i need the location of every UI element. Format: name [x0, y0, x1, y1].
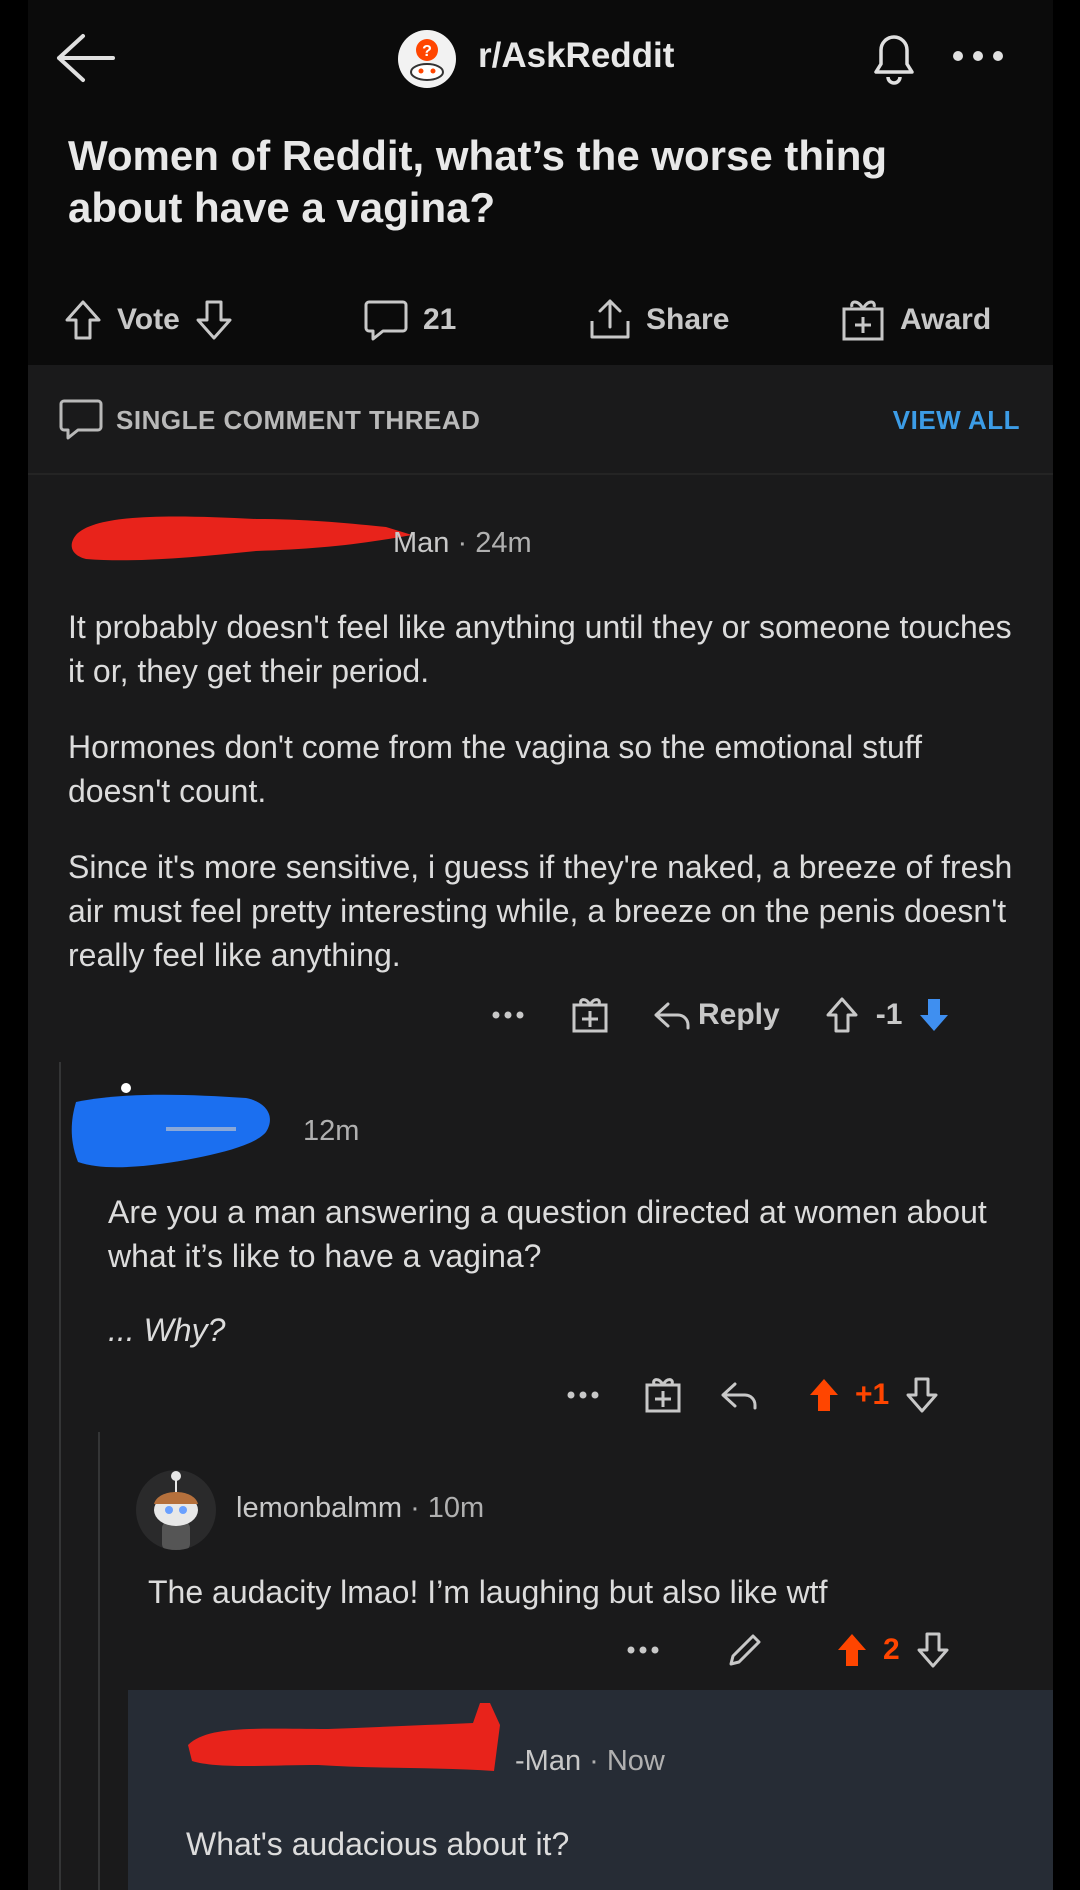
comment-1-body: It probably doesn't feel like anything u…: [68, 605, 1028, 1009]
avatar[interactable]: [136, 1470, 216, 1550]
comment-1-paragraph: Hormones don't come from the vagina so t…: [68, 729, 922, 809]
askreddit-logo-icon: ?: [410, 39, 444, 81]
reply-arrow-icon[interactable]: [652, 998, 692, 1032]
comment-3-body: The audacity lmao! I’m laughing but also…: [148, 1574, 828, 1610]
comment-icon: [364, 300, 408, 341]
edit-pencil-icon[interactable]: [725, 1630, 765, 1670]
award-gift-icon[interactable]: [570, 995, 610, 1035]
subreddit-avatar[interactable]: ?: [398, 30, 456, 88]
comment-3-username[interactable]: lemonbalmm: [236, 1492, 402, 1524]
upvote-icon[interactable]: [63, 298, 103, 342]
comment-3-actions: 2: [623, 1630, 952, 1670]
redacted-username: [71, 1083, 270, 1168]
comment-1-actions: Reply -1: [488, 995, 954, 1035]
thread-line: [98, 1432, 100, 1890]
award-gift-icon[interactable]: [643, 1375, 683, 1415]
comment-2-score: +1: [855, 1378, 890, 1411]
view-all-link[interactable]: VIEW ALL: [893, 405, 1020, 436]
reply-arrow-icon[interactable]: [719, 1378, 759, 1412]
app-window: ? r/AskReddit Women of Reddit, what’s th…: [28, 0, 1053, 1890]
comment-count: 21: [423, 303, 457, 336]
more-options-icon[interactable]: [940, 36, 1020, 76]
bell-icon[interactable]: [866, 28, 922, 88]
downvote-icon[interactable]: [903, 1375, 941, 1415]
share-icon: [590, 299, 630, 339]
comment-1-time: 24m: [475, 527, 532, 559]
more-options-icon[interactable]: [563, 1380, 603, 1410]
snoo-avatar-icon: [154, 1471, 198, 1550]
comment-1-paragraph: Since it's more sensitive, i guess if th…: [68, 849, 1013, 973]
comments-button[interactable]: 21: [363, 290, 456, 350]
post-actions: Vote 21 Share Award: [28, 290, 1053, 350]
more-options-icon[interactable]: [488, 1000, 528, 1030]
comment-4-time: Now: [606, 1745, 665, 1777]
single-comment-thread-bar: SINGLE COMMENT THREAD VIEW ALL: [28, 365, 1053, 475]
svg-text:?: ?: [422, 43, 432, 60]
downvote-icon[interactable]: [194, 298, 234, 342]
comment-1-meta: Man · 24m: [393, 527, 532, 559]
comment-2-paragraph: ... Why?: [108, 1312, 226, 1348]
upvote-icon[interactable]: [824, 995, 860, 1035]
comment-2-paragraph: Are you a man answering a question direc…: [108, 1194, 987, 1274]
redacted-username: [71, 516, 413, 561]
comment-1-username[interactable]: Man: [393, 527, 449, 559]
thread-label: SINGLE COMMENT THREAD: [116, 405, 481, 435]
upvote-icon-active[interactable]: [833, 1630, 871, 1670]
comment-thread-icon: [59, 399, 103, 440]
comment-2-meta: 12m: [303, 1115, 359, 1148]
share-label: Share: [646, 303, 730, 336]
comment-3-time: 10m: [427, 1492, 485, 1524]
share-button[interactable]: Share: [588, 290, 729, 350]
comment-1-score: -1: [875, 998, 903, 1031]
redacted-username: [188, 1703, 500, 1771]
back-arrow-icon[interactable]: [53, 30, 117, 86]
comment-3-meta: lemonbalmm · 10m: [236, 1492, 485, 1524]
comment-2-actions: +1: [563, 1375, 941, 1415]
subreddit-name[interactable]: r/AskReddit: [478, 36, 674, 76]
downvote-icon-active[interactable]: [914, 995, 954, 1035]
award-label: Award: [900, 303, 992, 336]
comment-3-score: 2: [883, 1633, 900, 1666]
award-gift-icon: [842, 300, 884, 341]
downvote-icon[interactable]: [914, 1630, 952, 1670]
vote-group: Vote: [63, 290, 234, 350]
comment-4-meta: -Man · Now: [515, 1745, 665, 1777]
reply-label[interactable]: Reply: [698, 998, 780, 1032]
upvote-icon-active[interactable]: [805, 1375, 843, 1415]
thread-line: [59, 1062, 61, 1890]
vote-label: Vote: [117, 303, 180, 336]
comment-4-username[interactable]: -Man: [515, 1745, 581, 1777]
comment-2-body: Are you a man answering a question direc…: [108, 1190, 1008, 1382]
award-button[interactable]: Award: [840, 290, 991, 350]
comment-1-paragraph: It probably doesn't feel like anything u…: [68, 609, 1012, 689]
comment-4-body: What's audacious about it?: [186, 1826, 570, 1862]
post-title[interactable]: Women of Reddit, what’s the worse thing …: [68, 130, 1008, 234]
comment-2-time: 12m: [303, 1115, 360, 1147]
more-options-icon[interactable]: [623, 1635, 663, 1665]
top-bar: ? r/AskReddit: [28, 0, 1053, 115]
